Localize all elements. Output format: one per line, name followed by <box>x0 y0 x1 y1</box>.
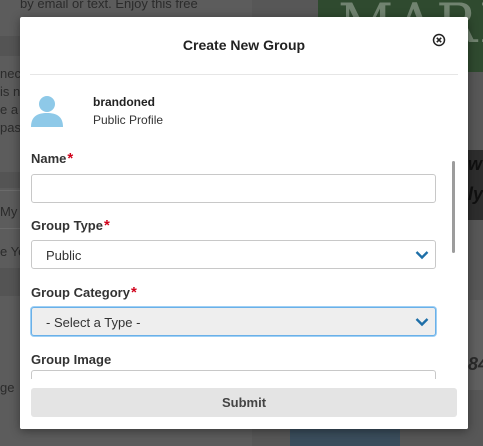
close-icon[interactable] <box>432 33 446 47</box>
profile-type: Public Profile <box>93 113 164 127</box>
chevron-down-icon <box>415 251 429 260</box>
background-top-text: by email or text. Enjoy this free <box>20 0 198 11</box>
background-fragment: ge <box>0 380 15 395</box>
profile-summary: brandoned Public Profile <box>30 89 430 129</box>
background-fragment: w <box>468 154 483 174</box>
group-category-select[interactable]: - Select a Type - <box>31 307 436 336</box>
name-input[interactable] <box>31 174 436 203</box>
required-marker: * <box>67 150 74 167</box>
create-group-modal: Create New Group brandoned Public Profil… <box>20 17 468 429</box>
background-fragment: 84 <box>468 354 483 374</box>
name-label: Name* <box>31 150 73 167</box>
modal-scrollbar[interactable] <box>452 161 455 253</box>
required-marker: * <box>103 217 110 234</box>
submit-button[interactable]: Submit <box>31 388 457 417</box>
modal-footer: Submit <box>20 379 468 429</box>
header-divider <box>30 74 458 75</box>
background-fragment: e a <box>0 102 19 117</box>
group-type-label-text: Group Type <box>31 218 103 233</box>
group-category-value: - Select a Type - <box>46 315 141 330</box>
user-avatar-icon <box>30 93 64 127</box>
background-fragment: ly <box>468 184 483 204</box>
name-label-text: Name <box>31 151 67 166</box>
group-image-label: Group Image <box>31 352 112 367</box>
group-type-select[interactable]: Public <box>31 240 436 269</box>
group-type-label: Group Type* <box>31 217 110 234</box>
group-category-label: Group Category* <box>31 284 137 301</box>
background-fragment: is n <box>0 84 21 99</box>
profile-username: brandoned <box>93 95 155 109</box>
background-box <box>468 300 483 390</box>
required-marker: * <box>130 284 137 301</box>
modal-header: Create New Group <box>20 17 468 75</box>
group-category-label-text: Group Category <box>31 285 130 300</box>
chevron-down-icon <box>415 318 429 327</box>
background-image <box>290 428 400 446</box>
modal-title: Create New Group <box>182 37 306 53</box>
group-type-value: Public <box>46 248 82 263</box>
